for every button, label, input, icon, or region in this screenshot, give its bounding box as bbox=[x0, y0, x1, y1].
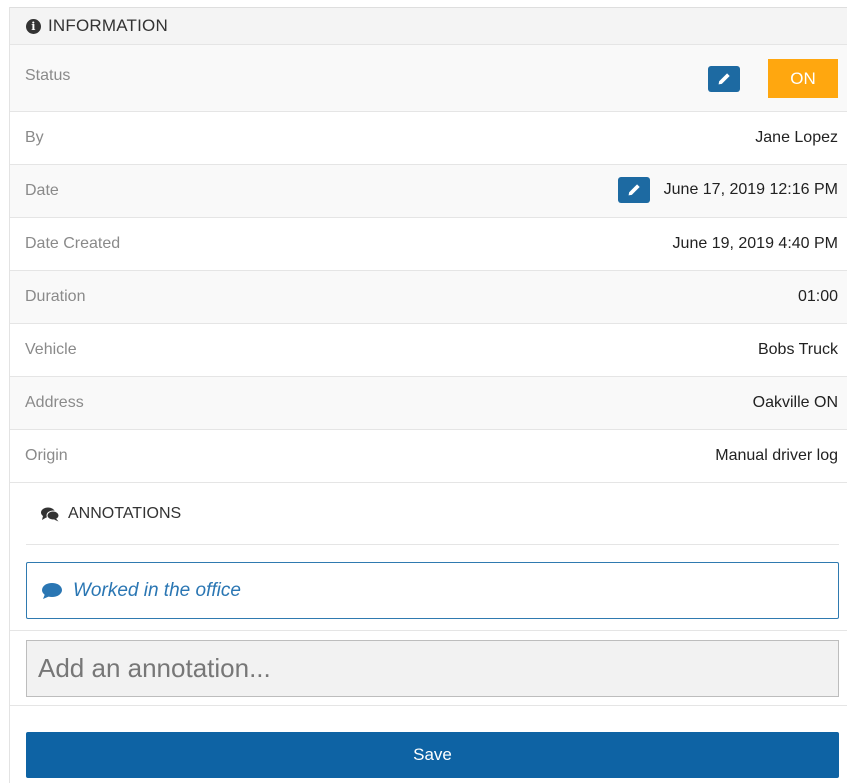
info-circle-icon: i bbox=[26, 18, 41, 34]
vehicle-label: Vehicle bbox=[25, 341, 77, 358]
origin-label: Origin bbox=[25, 447, 68, 464]
origin-row: Origin Manual driver log bbox=[10, 429, 847, 482]
date-created-value: June 19, 2019 4:40 PM bbox=[672, 235, 838, 252]
duration-row: Duration 01:00 bbox=[10, 270, 847, 323]
status-on-button[interactable]: ON bbox=[768, 59, 838, 98]
origin-value: Manual driver log bbox=[715, 447, 838, 464]
vehicle-row: Vehicle Bobs Truck bbox=[10, 323, 847, 376]
annotation-text: Worked in the office bbox=[73, 579, 241, 601]
status-label: Status bbox=[25, 67, 71, 84]
by-row: By Jane Lopez bbox=[10, 111, 847, 164]
edit-status-button[interactable] bbox=[708, 65, 740, 92]
information-panel: i INFORMATION Status ON By Jane Lopez Da… bbox=[9, 7, 847, 783]
date-created-row: Date Created June 19, 2019 4:40 PM bbox=[10, 217, 847, 270]
divider bbox=[10, 630, 847, 631]
by-value: Jane Lopez bbox=[755, 129, 838, 146]
information-header: i INFORMATION bbox=[10, 7, 847, 44]
address-row: Address Oakville ON bbox=[10, 376, 847, 429]
comment-icon bbox=[41, 582, 63, 600]
date-value: June 17, 2019 12:16 PM bbox=[663, 181, 838, 198]
pencil-icon bbox=[718, 72, 730, 84]
vehicle-value: Bobs Truck bbox=[757, 341, 838, 358]
duration-value: 01:00 bbox=[797, 288, 838, 305]
date-row: Date June 17, 2019 12:16 PM bbox=[10, 164, 847, 217]
comments-icon bbox=[40, 506, 60, 522]
annotations-header: ANNOTATIONS bbox=[10, 482, 847, 544]
date-label: Date bbox=[25, 182, 59, 199]
address-label: Address bbox=[25, 394, 84, 411]
pencil-icon bbox=[628, 184, 640, 196]
divider bbox=[10, 705, 847, 706]
by-label: By bbox=[25, 129, 44, 146]
edit-date-button[interactable] bbox=[617, 177, 650, 203]
annotation-input[interactable] bbox=[26, 640, 839, 697]
annotations-title: ANNOTATIONS bbox=[68, 504, 182, 522]
save-button[interactable]: Save bbox=[26, 732, 839, 778]
annotation-item[interactable]: Worked in the office bbox=[26, 562, 839, 619]
status-row: Status ON bbox=[10, 44, 847, 111]
date-created-label: Date Created bbox=[25, 235, 121, 252]
address-value: Oakville ON bbox=[752, 394, 838, 411]
annotations-divider bbox=[26, 544, 839, 545]
information-title: INFORMATION bbox=[48, 16, 168, 35]
duration-label: Duration bbox=[25, 288, 86, 305]
